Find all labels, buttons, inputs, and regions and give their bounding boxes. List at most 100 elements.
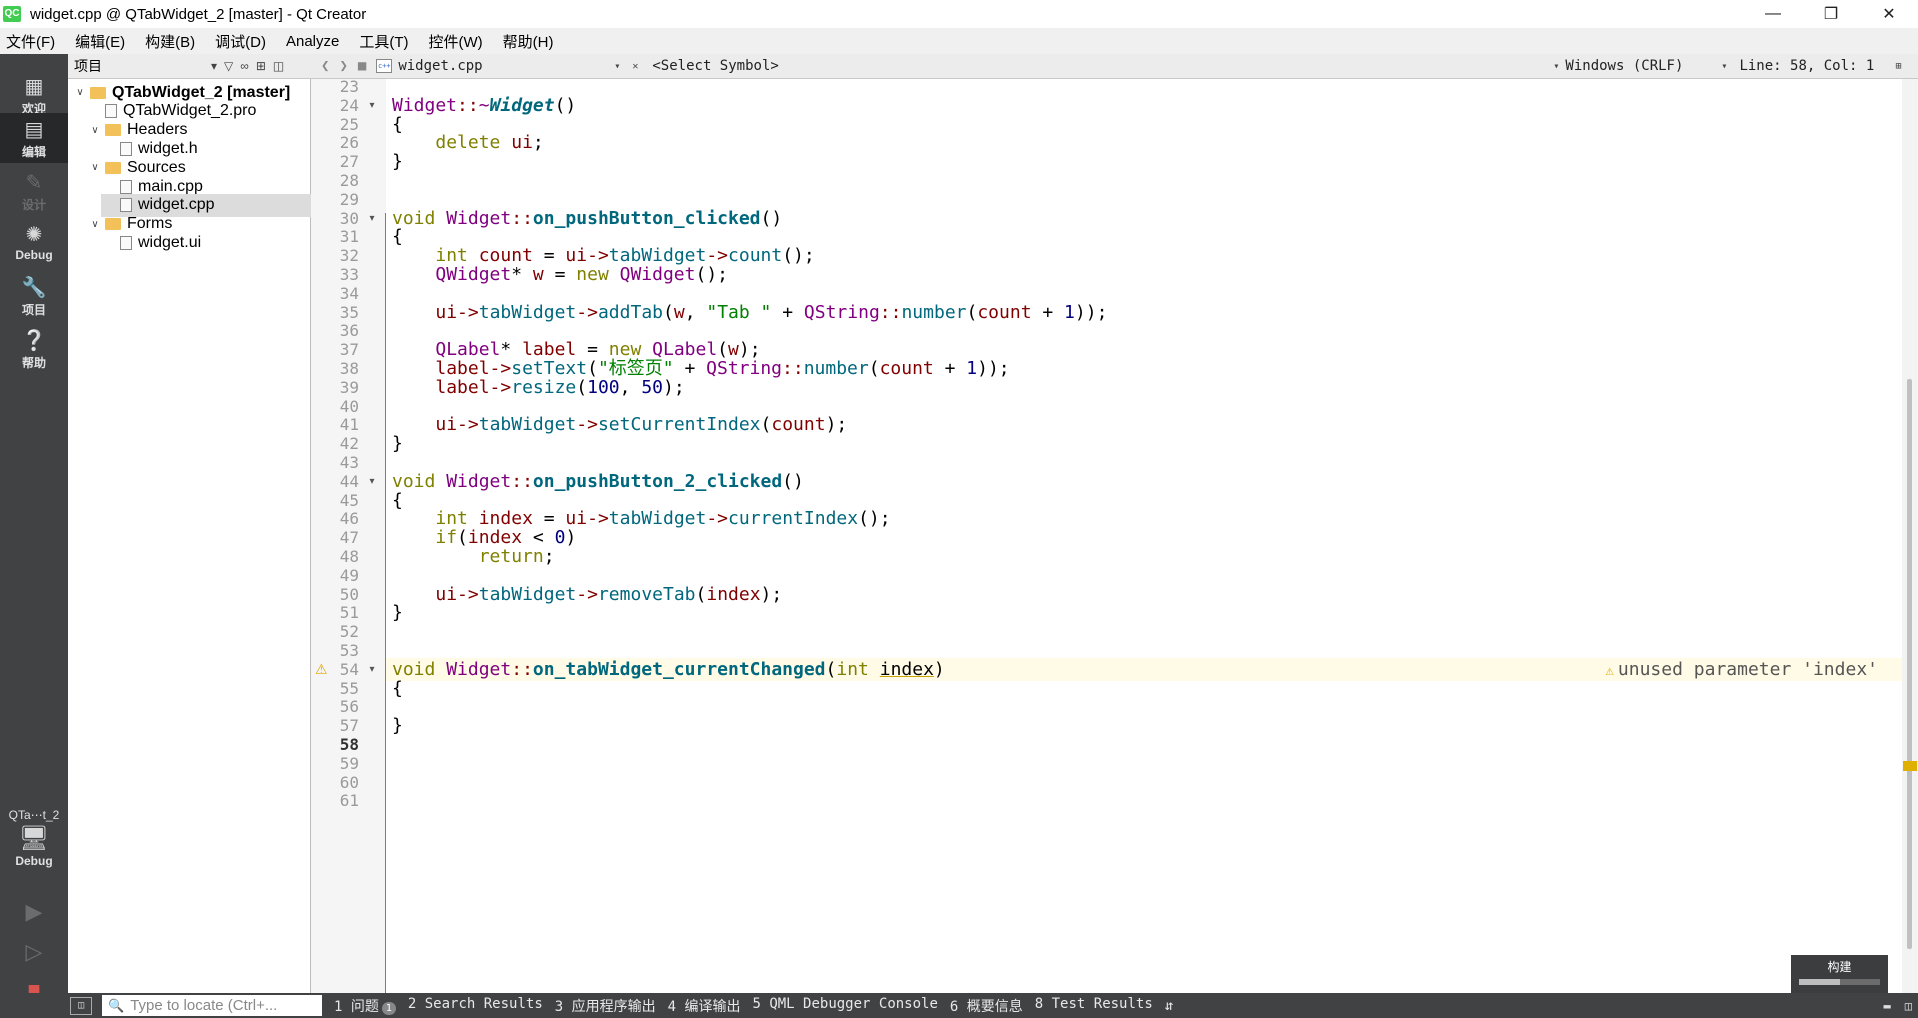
pencil-icon: ✎	[25, 172, 43, 194]
output-tab[interactable]: 1 问题 1	[334, 996, 396, 1016]
chevron-down-icon[interactable]: ▾	[211, 59, 217, 73]
project-tree: ∨ QTabWidget_2 [master] QTabWidget_2.pro ∨ H…	[68, 79, 311, 993]
output-tab[interactable]: 8 Test Results	[1035, 996, 1153, 1016]
build-progress-fill	[1799, 979, 1840, 985]
project-pane-title[interactable]: 项目	[74, 56, 204, 76]
output-tab-label: 5 QML Debugger Console	[752, 995, 938, 1012]
split-editor-icon[interactable]: ⊞	[1895, 61, 1901, 72]
fold-arrow-icon[interactable]: ▾	[366, 658, 378, 681]
tree-item-label: main.cpp	[138, 177, 203, 195]
open-document-selector[interactable]: widget.cpp	[398, 58, 608, 74]
mode-label: 项目	[21, 303, 46, 317]
menu-item-4[interactable]: Analyze	[284, 33, 341, 50]
line-number[interactable]: 61	[311, 789, 359, 812]
line-ending-selector[interactable]: Windows (CRLF)	[1565, 58, 1715, 74]
mode-label: 编辑	[21, 145, 46, 159]
menu-item-7[interactable]: 帮助(H)	[501, 31, 556, 52]
mode-projects[interactable]: 🔧 项目	[0, 271, 68, 321]
chevron-down-icon[interactable]: ▾	[614, 61, 620, 72]
forward-icon[interactable]: ❯	[339, 58, 347, 74]
locator-placeholder: Type to locate (Ctrl+...	[130, 997, 278, 1014]
output-tab-label: 6 概要信息	[949, 998, 1023, 1015]
fold-arrow-icon[interactable]: ▾	[366, 470, 378, 493]
close-document-icon[interactable]: ✕	[632, 61, 638, 72]
window-controls: — ❐ ✕	[1744, 0, 1918, 28]
lock-icon: ■	[357, 58, 367, 74]
output-tab[interactable]: 3 应用程序输出	[555, 996, 656, 1016]
more-tabs-icon[interactable]: ⇵	[1165, 998, 1173, 1014]
output-tab[interactable]: 2 Search Results	[408, 996, 543, 1016]
toggle-right-sidebar-icon[interactable]: ◫	[1905, 999, 1912, 1013]
folder-icon	[90, 86, 106, 99]
expand-arrow-icon[interactable]: ∨	[89, 219, 101, 230]
expand-arrow-icon[interactable]: ∨	[74, 87, 86, 98]
close-icon[interactable]: ✕	[1860, 0, 1918, 28]
build-progress[interactable]: 构建	[1791, 955, 1888, 993]
file-icon	[105, 104, 117, 119]
wrench-icon: 🔧	[21, 277, 47, 299]
menu-item-2[interactable]: 构建(B)	[143, 31, 197, 52]
monitor-icon: 🖥	[18, 825, 50, 852]
fold-arrow-icon[interactable]: ▾	[366, 207, 378, 230]
mode-edit[interactable]: ▤ 编辑	[0, 113, 68, 163]
split-icon[interactable]: ⊞	[256, 59, 266, 73]
restore-icon[interactable]: ❐	[1802, 0, 1860, 28]
expand-arrow-icon[interactable]: ∨	[89, 125, 101, 136]
link-icon[interactable]: ∞	[240, 59, 249, 73]
file-icon	[120, 179, 132, 194]
chevron-down-icon[interactable]: ▾	[1721, 61, 1727, 72]
menu-bar: 文件(F) 编辑(E) 构建(B) 调试(D) Analyze 工具(T) 控件(W) 帮助(…	[0, 28, 1918, 54]
toggle-sidebar-icon[interactable]: ◫	[70, 996, 92, 1015]
status-bar-right: ▬ ◫	[1884, 999, 1912, 1013]
output-tab-label: 8 Test Results	[1034, 995, 1153, 1012]
tree-item-label: Forms	[127, 215, 173, 233]
fold-arrow-icon[interactable]: ▾	[366, 94, 378, 117]
progress-details-icon[interactable]: ▬	[1884, 999, 1891, 1013]
menu-item-1[interactable]: 编辑(E)	[73, 31, 127, 52]
output-tab[interactable]: 5 QML Debugger Console	[752, 996, 937, 1016]
debug-run-icon[interactable]: ▷	[20, 938, 48, 966]
title-bar: QC widget.cpp @ QTabWidget_2 [master] - …	[0, 0, 1918, 28]
folder-icon	[105, 124, 121, 137]
build-progress-bar	[1799, 979, 1880, 985]
build-progress-label: 构建	[1827, 960, 1852, 974]
tree-item[interactable]: widget.ui	[68, 231, 311, 254]
search-icon: 🔍	[108, 997, 125, 1013]
qt-creator-window: QC widget.cpp @ QTabWidget_2 [master] - …	[0, 0, 1918, 1018]
locator-input[interactable]: 🔍 Type to locate (Ctrl+...	[102, 995, 322, 1016]
scrollbar-thumb[interactable]	[1907, 379, 1912, 949]
chevron-down-icon[interactable]: ▾	[1553, 61, 1559, 72]
mode-label: 设计	[21, 198, 46, 212]
mode-label: Debug	[15, 248, 53, 262]
cursor-position[interactable]: Line: 58, Col: 1	[1739, 58, 1889, 74]
code-editor[interactable]: Widget::~Widget(){ delete ui;} void Widge…	[386, 79, 1902, 993]
bug-icon: ✺	[25, 224, 43, 246]
mode-help[interactable]: ❔ 帮助	[0, 324, 68, 374]
output-tab[interactable]: 6 概要信息	[950, 996, 1023, 1016]
code-line[interactable]	[386, 789, 1902, 812]
file-icon	[120, 198, 132, 213]
expand-arrow-icon[interactable]: ∨	[89, 162, 101, 173]
editor-scrollbar[interactable]	[1902, 79, 1918, 993]
issue-count-badge: 1	[381, 1001, 396, 1015]
menu-item-3[interactable]: 调试(D)	[213, 31, 268, 52]
output-tab[interactable]: 4 编译输出	[668, 996, 741, 1016]
mode-design[interactable]: ✎ 设计	[0, 166, 68, 216]
folder-icon	[105, 218, 121, 231]
run-icon[interactable]: ▶	[20, 898, 48, 926]
folder-icon	[105, 161, 121, 174]
file-icon	[120, 235, 132, 250]
symbol-selector[interactable]: <Select Symbol>	[652, 58, 1547, 74]
filter-icon[interactable]: ▽	[224, 59, 233, 73]
close-pane-icon[interactable]: ◫	[273, 59, 284, 73]
menu-item-5[interactable]: 工具(T)	[357, 31, 410, 52]
mode-debug[interactable]: ✺ Debug	[0, 218, 68, 268]
edit-icon: ▤	[24, 119, 44, 141]
back-icon[interactable]: ❮	[321, 58, 329, 74]
menu-item-6[interactable]: 控件(W)	[427, 31, 485, 52]
tree-item-label: QTabWidget_2 [master]	[112, 83, 291, 101]
minimize-icon[interactable]: —	[1744, 0, 1802, 28]
menu-item-0[interactable]: 文件(F)	[4, 31, 57, 52]
tree-item-label: widget.cpp	[138, 196, 215, 214]
kit-selector[interactable]: QTa⋯t_2 🖥 Debug	[0, 808, 68, 888]
